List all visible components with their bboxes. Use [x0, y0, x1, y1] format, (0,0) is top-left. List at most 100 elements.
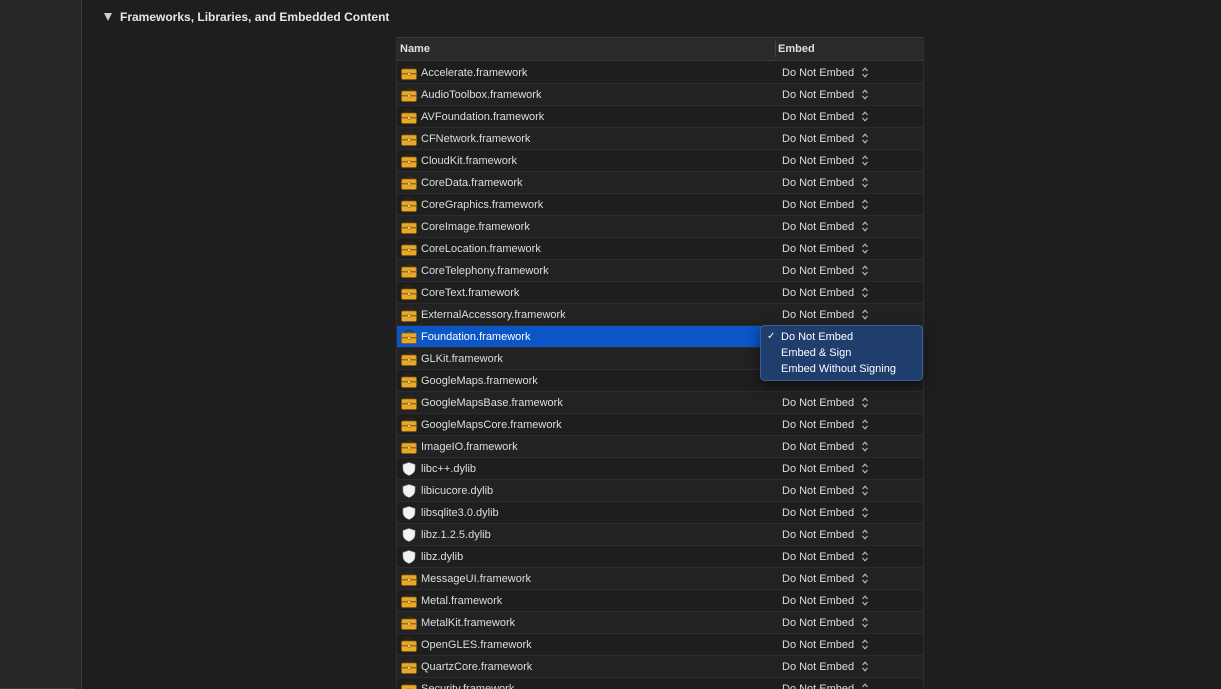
- table-row[interactable]: ExternalAccessory.framework Do Not Embed: [397, 304, 923, 326]
- embed-popup-button[interactable]: Do Not Embed: [782, 133, 854, 145]
- toolbox-icon: [401, 242, 417, 256]
- table-row[interactable]: GoogleMapsCore.framework Do Not Embed: [397, 414, 923, 436]
- column-header-name[interactable]: Name: [400, 43, 430, 55]
- embed-popup-button[interactable]: Do Not Embed: [782, 595, 854, 607]
- table-row[interactable]: CoreTelephony.framework Do Not Embed: [397, 260, 923, 282]
- toolbox-icon: [401, 110, 417, 124]
- popup-arrows-icon[interactable]: [861, 242, 869, 255]
- embed-popup-button[interactable]: Do Not Embed: [782, 551, 854, 563]
- embed-popup-button[interactable]: Do Not Embed: [782, 397, 854, 409]
- popup-arrows-icon[interactable]: [861, 528, 869, 541]
- table-row[interactable]: QuartzCore.framework Do Not Embed: [397, 656, 923, 678]
- table-row[interactable]: GoogleMapsBase.framework Do Not Embed: [397, 392, 923, 414]
- popup-arrows-icon[interactable]: [861, 286, 869, 299]
- popup-arrows-icon[interactable]: [861, 418, 869, 431]
- popup-arrows-icon[interactable]: [861, 484, 869, 497]
- column-header-embed[interactable]: Embed: [778, 43, 815, 55]
- embed-popup-button[interactable]: Do Not Embed: [782, 221, 854, 233]
- table-row[interactable]: AVFoundation.framework Do Not Embed: [397, 106, 923, 128]
- table-row[interactable]: Accelerate.framework Do Not Embed: [397, 62, 923, 84]
- popup-arrows-icon[interactable]: [861, 594, 869, 607]
- popup-arrows-icon[interactable]: [861, 550, 869, 563]
- popup-arrows-icon[interactable]: [861, 220, 869, 233]
- table-row[interactable]: CoreText.framework Do Not Embed: [397, 282, 923, 304]
- embed-popup-button[interactable]: Do Not Embed: [782, 287, 854, 299]
- table-row[interactable]: CoreImage.framework Do Not Embed: [397, 216, 923, 238]
- popup-arrows-icon[interactable]: [861, 88, 869, 101]
- table-row[interactable]: MessageUI.framework Do Not Embed: [397, 568, 923, 590]
- popup-arrows-icon[interactable]: [861, 396, 869, 409]
- embed-popup-button[interactable]: Do Not Embed: [782, 265, 854, 277]
- framework-name: AVFoundation.framework: [421, 111, 545, 123]
- popup-arrows-icon[interactable]: [861, 198, 869, 211]
- embed-popup-button[interactable]: Do Not Embed: [782, 463, 854, 475]
- project-editor: Frameworks, Libraries, and Embedded Cont…: [0, 0, 1221, 689]
- framework-name: OpenGLES.framework: [421, 639, 532, 651]
- table-row[interactable]: libc++.dylib Do Not Embed: [397, 458, 923, 480]
- framework-name: CoreText.framework: [421, 287, 520, 299]
- embed-popup-button[interactable]: Do Not Embed: [782, 419, 854, 431]
- embed-popup-button[interactable]: Do Not Embed: [782, 617, 854, 629]
- section-header[interactable]: Frameworks, Libraries, and Embedded Cont…: [104, 8, 389, 26]
- embed-popup-button[interactable]: Do Not Embed: [782, 67, 854, 79]
- popup-arrows-icon[interactable]: [861, 682, 869, 689]
- popup-arrows-icon[interactable]: [861, 660, 869, 673]
- table-row[interactable]: AudioToolbox.framework Do Not Embed: [397, 84, 923, 106]
- embed-popup-button[interactable]: Do Not Embed: [782, 507, 854, 519]
- popup-arrows-icon[interactable]: [861, 506, 869, 519]
- table-row[interactable]: Security.framework Do Not Embed: [397, 678, 923, 689]
- embed-popup-button[interactable]: Do Not Embed: [782, 639, 854, 651]
- embed-popup-button[interactable]: Do Not Embed: [782, 441, 854, 453]
- table-row[interactable]: libz.1.2.5.dylib Do Not Embed: [397, 524, 923, 546]
- table-row[interactable]: CoreData.framework Do Not Embed: [397, 172, 923, 194]
- popup-arrows-icon[interactable]: [861, 154, 869, 167]
- embed-popup-button[interactable]: Do Not Embed: [782, 683, 854, 689]
- embed-popup-button[interactable]: Do Not Embed: [782, 111, 854, 123]
- popup-arrows-icon[interactable]: [861, 572, 869, 585]
- embed-options-menu[interactable]: ✓ Do Not Embed Embed & Sign Embed Withou…: [760, 325, 923, 381]
- popup-arrows-icon[interactable]: [861, 176, 869, 189]
- embed-popup-button[interactable]: Do Not Embed: [782, 485, 854, 497]
- embed-popup-button[interactable]: Do Not Embed: [782, 573, 854, 585]
- framework-name: libsqlite3.0.dylib: [421, 507, 499, 519]
- embed-popup-button[interactable]: Do Not Embed: [782, 89, 854, 101]
- toolbox-icon: [401, 594, 417, 608]
- embed-popup-button[interactable]: Do Not Embed: [782, 155, 854, 167]
- menu-item-embed-without-signing[interactable]: Embed Without Signing: [781, 363, 896, 375]
- table-row[interactable]: CoreLocation.framework Do Not Embed: [397, 238, 923, 260]
- popup-arrows-icon[interactable]: [861, 132, 869, 145]
- table-row[interactable]: MetalKit.framework Do Not Embed: [397, 612, 923, 634]
- popup-arrows-icon[interactable]: [861, 110, 869, 123]
- table-row[interactable]: Metal.framework Do Not Embed: [397, 590, 923, 612]
- menu-item-do-not-embed[interactable]: Do Not Embed: [781, 331, 853, 343]
- popup-arrows-icon[interactable]: [861, 638, 869, 651]
- embed-popup-button[interactable]: Do Not Embed: [782, 529, 854, 541]
- menu-item-embed-and-sign[interactable]: Embed & Sign: [781, 347, 851, 359]
- table-row[interactable]: ImageIO.framework Do Not Embed: [397, 436, 923, 458]
- popup-arrows-icon[interactable]: [861, 616, 869, 629]
- table-row[interactable]: CoreGraphics.framework Do Not Embed: [397, 194, 923, 216]
- toolbox-icon: [401, 396, 417, 410]
- table-row[interactable]: CFNetwork.framework Do Not Embed: [397, 128, 923, 150]
- checkmark-icon: ✓: [767, 331, 776, 342]
- popup-arrows-icon[interactable]: [861, 462, 869, 475]
- popup-arrows-icon[interactable]: [861, 264, 869, 277]
- popup-arrows-icon[interactable]: [861, 440, 869, 453]
- table-row[interactable]: OpenGLES.framework Do Not Embed: [397, 634, 923, 656]
- embed-popup-button[interactable]: Do Not Embed: [782, 243, 854, 255]
- embed-popup-button[interactable]: Do Not Embed: [782, 199, 854, 211]
- popup-arrows-icon[interactable]: [861, 308, 869, 321]
- toolbox-icon: [401, 352, 417, 366]
- embed-popup-button[interactable]: Do Not Embed: [782, 309, 854, 321]
- table-row[interactable]: libicucore.dylib Do Not Embed: [397, 480, 923, 502]
- framework-name: Foundation.framework: [421, 331, 531, 343]
- framework-name: CloudKit.framework: [421, 155, 517, 167]
- embed-popup-button[interactable]: Do Not Embed: [782, 661, 854, 673]
- table-row[interactable]: libsqlite3.0.dylib Do Not Embed: [397, 502, 923, 524]
- toolbox-icon: [401, 308, 417, 322]
- popup-arrows-icon[interactable]: [861, 66, 869, 79]
- embed-popup-button[interactable]: Do Not Embed: [782, 177, 854, 189]
- disclosure-triangle-icon[interactable]: [104, 13, 112, 21]
- table-row[interactable]: CloudKit.framework Do Not Embed: [397, 150, 923, 172]
- table-row[interactable]: libz.dylib Do Not Embed: [397, 546, 923, 568]
